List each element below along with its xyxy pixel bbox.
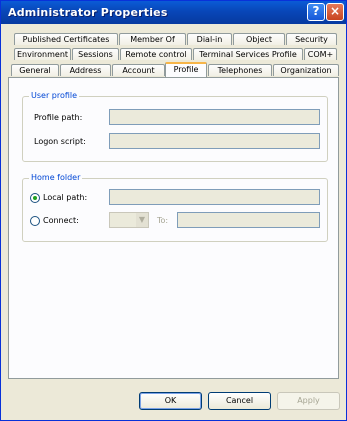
tab-telephones[interactable]: Telephones [208,64,272,76]
to-label: To: [157,216,169,225]
tab-security[interactable]: Security [286,33,337,45]
apply-button[interactable]: Apply [277,392,340,410]
drive-letter-combo[interactable]: ▼ [109,212,149,228]
tab-environment[interactable]: Environment [14,48,71,60]
help-button[interactable]: ? [307,3,325,21]
cancel-button[interactable]: Cancel [208,392,271,410]
to-path-field[interactable] [177,212,320,228]
tab-published-certificates[interactable]: Published Certificates [14,33,118,45]
ok-button[interactable]: OK [139,392,202,410]
close-button[interactable]: × [326,3,344,21]
connect-radio[interactable] [30,216,40,226]
local-path-label[interactable]: Local path: [43,193,87,202]
tab-general[interactable]: General [11,64,59,76]
tab-com-plus[interactable]: COM+ [304,48,337,60]
tab-organization[interactable]: Organization [273,64,339,76]
home-folder-group-label: Home folder [29,173,83,182]
local-path-field[interactable] [109,189,320,205]
logon-script-field[interactable] [109,133,320,149]
tab-account[interactable]: Account [112,64,165,76]
tab-terminal-services-profile[interactable]: Terminal Services Profile [193,48,303,60]
tab-profile[interactable]: Profile [165,62,207,77]
properties-dialog: Administrator Properties ? × Published C… [0,0,347,421]
tab-address[interactable]: Address [60,64,111,76]
tab-dial-in[interactable]: Dial-in [187,33,232,45]
logon-script-label: Logon script: [34,137,86,146]
profile-path-label: Profile path: [34,113,83,122]
connect-label[interactable]: Connect: [43,216,79,225]
user-profile-group: User profile Profile path: Logon script: [22,91,328,162]
title-bar[interactable]: Administrator Properties ? × [1,1,346,24]
chevron-down-icon[interactable]: ▼ [136,213,148,227]
tab-remote-control[interactable]: Remote control [120,48,192,60]
home-folder-group: Home folder Local path: Connect: ▼ To: [22,173,328,242]
profile-path-field[interactable] [109,109,320,125]
local-path-radio[interactable] [30,193,40,203]
tab-member-of[interactable]: Member Of [119,33,186,45]
help-icon: ? [312,4,320,18]
tab-object[interactable]: Object [233,33,285,45]
profile-tab-panel: User profile Profile path: Logon script:… [8,77,339,379]
tab-sessions[interactable]: Sessions [72,48,119,60]
window-title: Administrator Properties [8,6,168,19]
user-profile-group-label: User profile [29,91,80,100]
close-icon: × [329,4,341,18]
